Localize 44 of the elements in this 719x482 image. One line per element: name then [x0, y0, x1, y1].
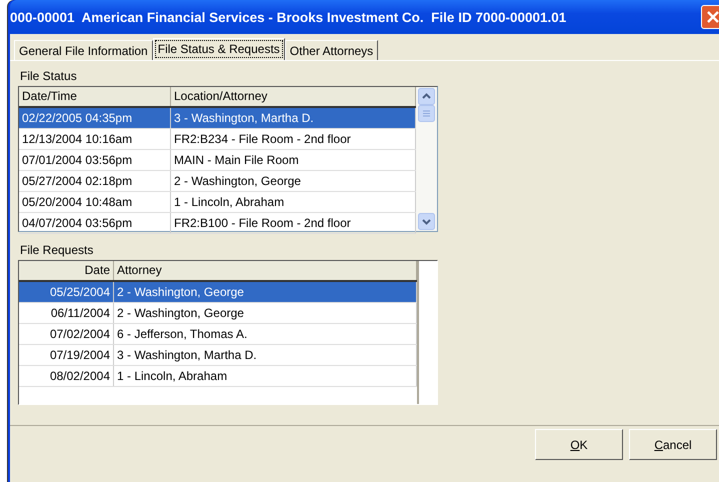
table-cell: 07/19/2004 — [19, 345, 114, 365]
table-cell: 08/02/2004 — [19, 366, 114, 386]
list-row[interactable]: 06/11/2004 2 - Washington, George — [19, 303, 417, 324]
list-row[interactable]: 07/02/2004 6 - Jefferson, Thomas A. — [19, 324, 417, 345]
list-row[interactable]: 05/27/2004 02:18pm 2 - Washington, George — [19, 171, 416, 192]
table-cell: 05/20/2004 10:48am — [19, 192, 171, 212]
scroll-thumb-icon[interactable] — [418, 105, 435, 122]
table-cell: 02/22/2005 04:35pm — [19, 108, 171, 128]
scroll-up-icon[interactable] — [418, 88, 435, 105]
tab[interactable]: Other Attorneys — [284, 40, 378, 60]
tab[interactable]: General File Information — [14, 40, 153, 60]
list-row[interactable]: 12/13/2004 10:16am FR2:B234 - File Room - 2nd floor — [19, 129, 416, 150]
table-cell: 05/27/2004 02:18pm — [19, 171, 171, 191]
tab[interactable]: File Status & Requests — [152, 38, 285, 60]
column-header[interactable]: Date/Time — [19, 87, 171, 106]
table-cell: 07/02/2004 — [19, 324, 114, 344]
list-row[interactable]: 04/07/2004 03:56pm FR2:B100 - File Room - 2nd floor — [19, 213, 416, 234]
list-row[interactable]: 08/02/2004 1 - Lincoln, Abraham — [19, 366, 417, 387]
scroll-down-icon[interactable] — [418, 213, 435, 230]
list-row[interactable]: 07/19/2004 3 - Washington, Martha D. — [19, 345, 417, 366]
ok-button[interactable]: OK — [535, 429, 623, 460]
section-label: File Status — [20, 69, 78, 83]
list-row[interactable]: 07/01/2004 03:56pm MAIN - Main File Room — [19, 150, 416, 171]
list-row[interactable]: 05/20/2004 10:48am 1 - Lincoln, Abraham — [19, 192, 416, 213]
table-cell: 12/13/2004 10:16am — [19, 129, 171, 149]
section-label: File Requests — [20, 243, 94, 257]
window-title: 000-00001 American Financial Services - Brooks Investment Co. File ID 7000-00001.01 — [10, 10, 568, 24]
close-icon — [707, 11, 719, 23]
table-cell: 6 - Jefferson, Thomas A. — [114, 324, 417, 344]
table-cell: 3 - Washington, Martha D. — [114, 345, 417, 365]
list-row[interactable]: 05/25/2004 2 - Washington, George — [19, 282, 417, 303]
table-cell: 06/11/2004 — [19, 303, 114, 323]
scrollbar[interactable] — [416, 87, 437, 231]
cancel-button[interactable]: Cancel — [629, 429, 717, 460]
table-cell: 1 - Lincoln, Abraham — [114, 366, 417, 386]
table-cell: 2 - Washington, George — [114, 303, 417, 323]
table-cell: 2 - Washington, George — [114, 282, 417, 302]
table-cell: 07/01/2004 03:56pm — [19, 150, 171, 170]
table-cell: 04/07/2004 03:56pm — [19, 213, 171, 233]
column-header[interactable]: Date — [19, 261, 114, 280]
list-row[interactable]: 02/22/2005 04:35pm 3 - Washington, Martha D. — [19, 108, 416, 129]
table-cell: 05/25/2004 — [19, 282, 114, 302]
close-button[interactable] — [701, 5, 719, 29]
column-header[interactable]: Attorney — [114, 261, 417, 280]
